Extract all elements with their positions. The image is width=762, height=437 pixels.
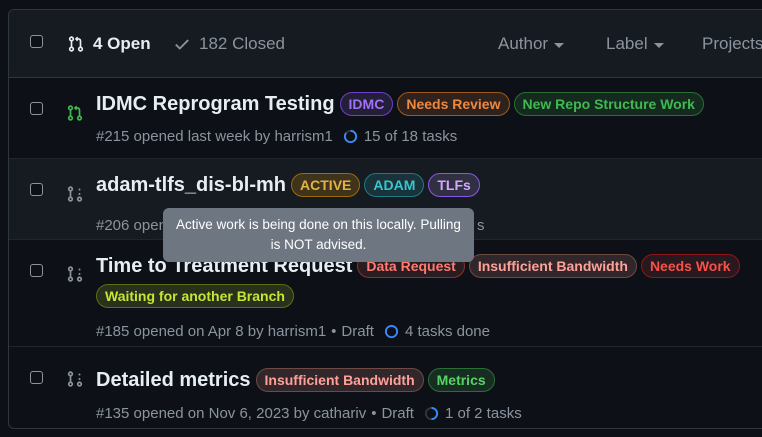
label-insufficient-bandwidth[interactable]: Insufficient Bandwidth [468,254,637,278]
task-progress-icon [343,129,357,144]
open-count-label: 4 Open [93,34,151,53]
draft-label: Draft [341,323,374,340]
draft-pull-request-icon [67,266,83,282]
issue-title-link[interactable]: Detailed metrics [96,369,251,392]
task-progress-icon [384,324,398,339]
label-insufficient-bandwidth[interactable]: Insufficient Bandwidth [255,368,424,392]
label-needs-review[interactable]: Needs Review [397,92,510,116]
select-all-checkbox[interactable] [30,35,43,48]
task-progress-label: 4 tasks done [404,323,490,340]
label-tlfs[interactable]: TLFs [428,173,480,197]
issue-checkbox[interactable] [30,264,43,277]
task-progress-label: 15 of 18 tasks [363,128,458,145]
chevron-down-icon [653,42,664,48]
draft-pull-request-icon [67,186,83,202]
issue-meta: #215 opened last week by harrism1 [96,128,333,145]
separator-dot: • [331,323,337,340]
open-pull-request-icon [67,105,83,121]
pull-request-icon [68,36,84,52]
issues-list-header: 4 Open 182 Closed Author Label Projects [9,10,762,78]
label-idmc[interactable]: IDMC [339,92,394,116]
task-progress-label: 1 of 2 tasks [444,405,522,422]
projects-filter-dropdown[interactable]: Projects [702,34,762,54]
projects-filter-label: Projects [702,34,762,53]
issue-meta: #185 opened on Apr 8 by harrism1 [96,323,327,340]
issue-title-link[interactable]: adam-tlfs_dis-bl-mh [96,174,286,197]
issue-row[interactable]: IDMC Reprogram Testing IDMC Needs Review… [9,78,762,159]
label-new-repo-structure-work[interactable]: New Repo Structure Work [513,92,704,116]
issue-checkbox[interactable] [30,371,43,384]
chevron-down-icon [554,42,565,48]
author-filter-label: Author [498,34,549,53]
separator-dot: • [371,405,377,422]
issue-title-link[interactable]: IDMC Reprogram Testing [96,93,335,116]
issue-checkbox[interactable] [30,102,43,115]
issue-meta: #206 open [96,217,167,234]
check-icon [175,39,189,50]
issue-meta: #135 opened on Nov 6, 2023 by cathariv [96,405,367,422]
label-filter-dropdown[interactable]: Label [606,34,664,54]
author-filter-dropdown[interactable]: Author [498,34,565,54]
label-needs-work[interactable]: Needs Work [640,254,740,278]
tooltip-line-1: Active work is being done on this locall… [176,217,461,232]
closed-filter-tab[interactable]: 182 Closed [173,34,285,54]
label-metrics[interactable]: Metrics [427,368,495,392]
label-waiting-for-another-branch[interactable]: Waiting for another Branch [96,284,294,308]
issue-meta-tail: s [477,217,485,234]
label-active[interactable]: ACTIVE [291,173,361,197]
issue-checkbox[interactable] [30,183,43,196]
issue-row[interactable]: Detailed metrics Insufficient Bandwidth … [9,347,762,428]
label-adam[interactable]: ADAM [364,173,425,197]
label-tooltip: Active work is being done on this locall… [163,208,474,262]
closed-count-label: 182 Closed [199,34,286,53]
draft-label: Draft [381,405,414,422]
tooltip-line-2: is NOT advised. [270,237,367,252]
task-progress-icon [424,406,439,421]
draft-pull-request-icon [67,371,83,387]
label-filter-label: Label [606,34,648,53]
open-filter-tab[interactable]: 4 Open [67,34,151,54]
